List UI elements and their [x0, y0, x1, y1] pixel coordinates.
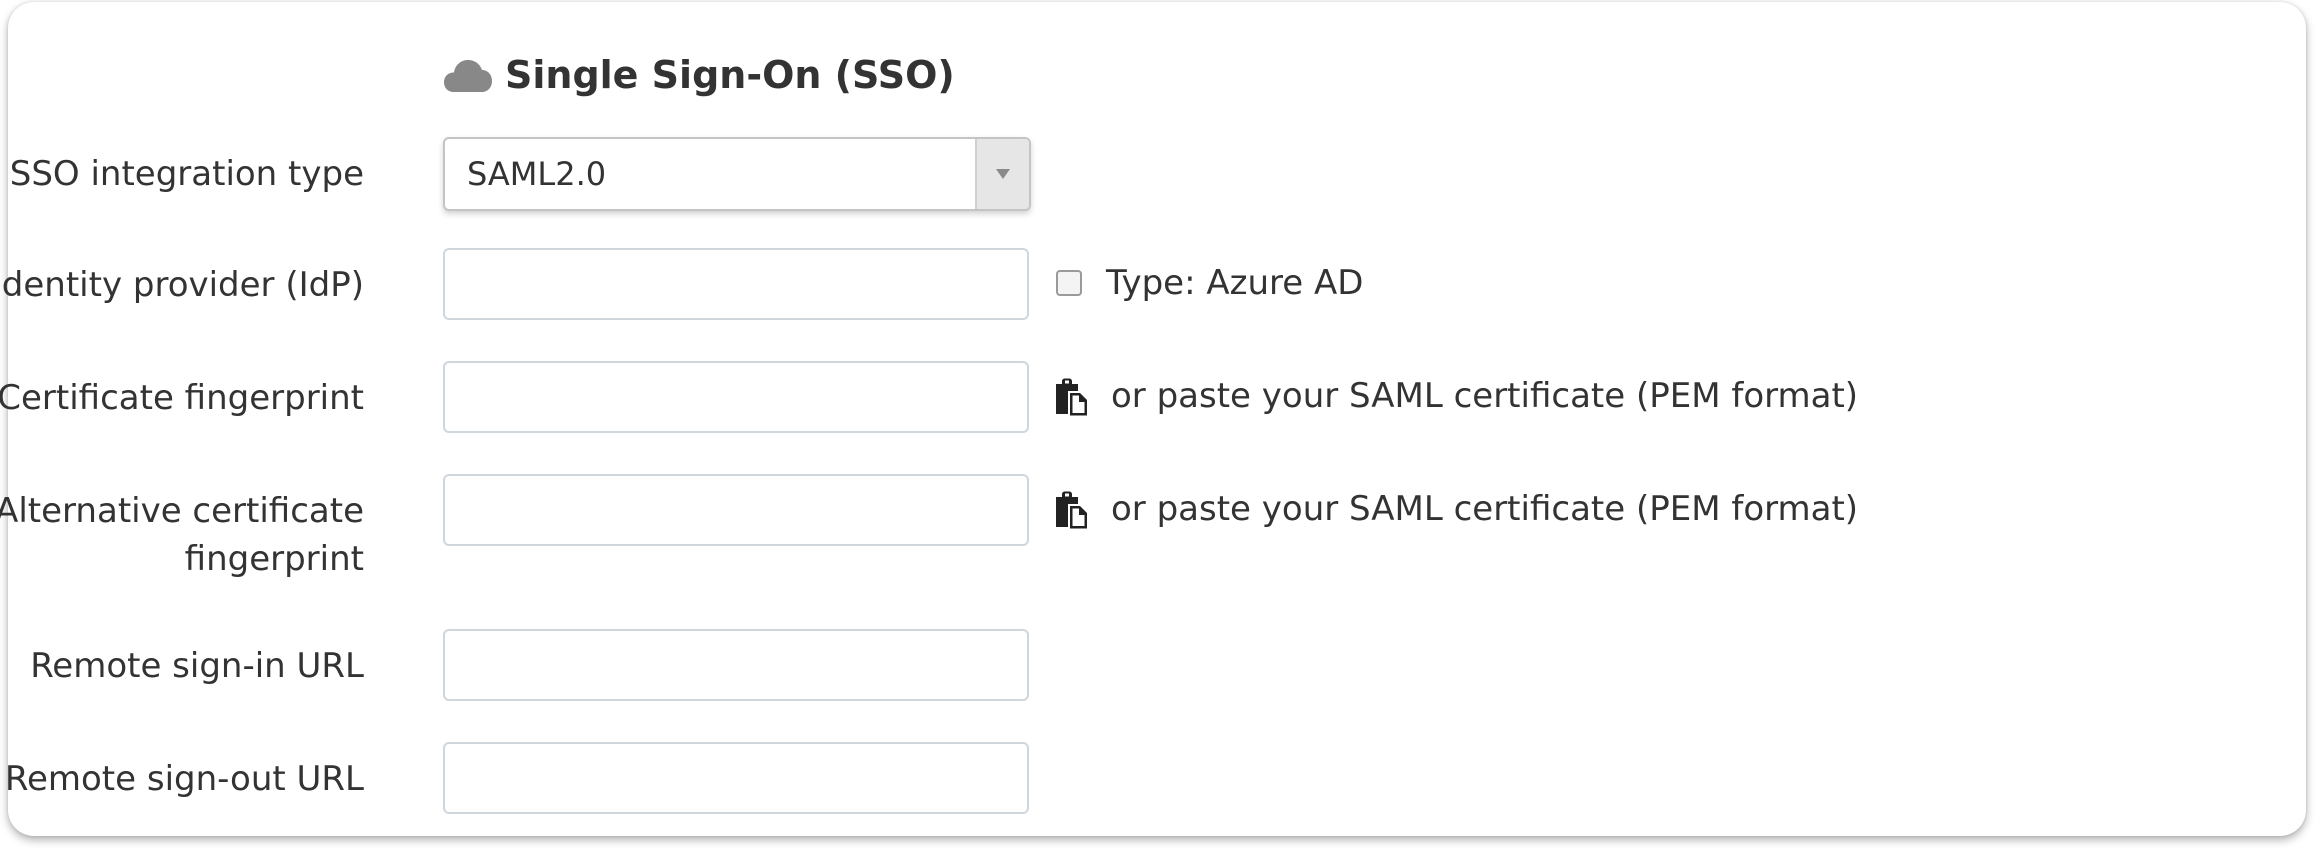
certificate-fingerprint-input[interactable] [443, 361, 1029, 433]
alternative-certificate-label-line1: Alternative certificate [0, 491, 364, 531]
sso-integration-type-label: SSO integration type [9, 154, 364, 194]
azure-ad-type-checkbox[interactable] [1056, 270, 1082, 296]
alternative-certificate-fingerprint-input[interactable] [443, 474, 1029, 546]
remote-sign-out-url-label: Remote sign-out URL [4, 759, 364, 799]
remote-sign-out-url-input[interactable] [443, 742, 1029, 814]
remote-sign-in-url-label: Remote sign-in URL [30, 646, 364, 686]
certificate-fingerprint-label: Certificate fingerprint [0, 378, 364, 418]
sso-integration-type-select[interactable]: SAML2.0 [443, 137, 1031, 211]
paste-icon[interactable] [1054, 491, 1088, 529]
section-title-text: Single Sign-On (SSO) [505, 53, 955, 97]
azure-ad-type-label: Type: Azure AD [1106, 263, 1364, 303]
remote-sign-in-url-input[interactable] [443, 629, 1029, 701]
identity-provider-label: Identity provider (IdP) [0, 265, 364, 305]
paste-alt-certificate-hint: or paste your SAML certificate (PEM form… [1111, 489, 1859, 529]
identity-provider-input[interactable] [443, 248, 1029, 320]
chevron-down-icon[interactable] [975, 139, 1029, 209]
section-title: Single Sign-On (SSO) [443, 50, 955, 100]
sso-integration-type-value: SAML2.0 [467, 155, 607, 193]
paste-certificate-hint: or paste your SAML certificate (PEM form… [1111, 376, 1859, 416]
paste-icon[interactable] [1054, 378, 1088, 416]
sso-settings-panel: Single Sign-On (SSO) SSO integration typ… [0, 2, 2306, 836]
alternative-certificate-label-line2: fingerprint [184, 539, 364, 579]
cloud-icon [443, 58, 493, 92]
